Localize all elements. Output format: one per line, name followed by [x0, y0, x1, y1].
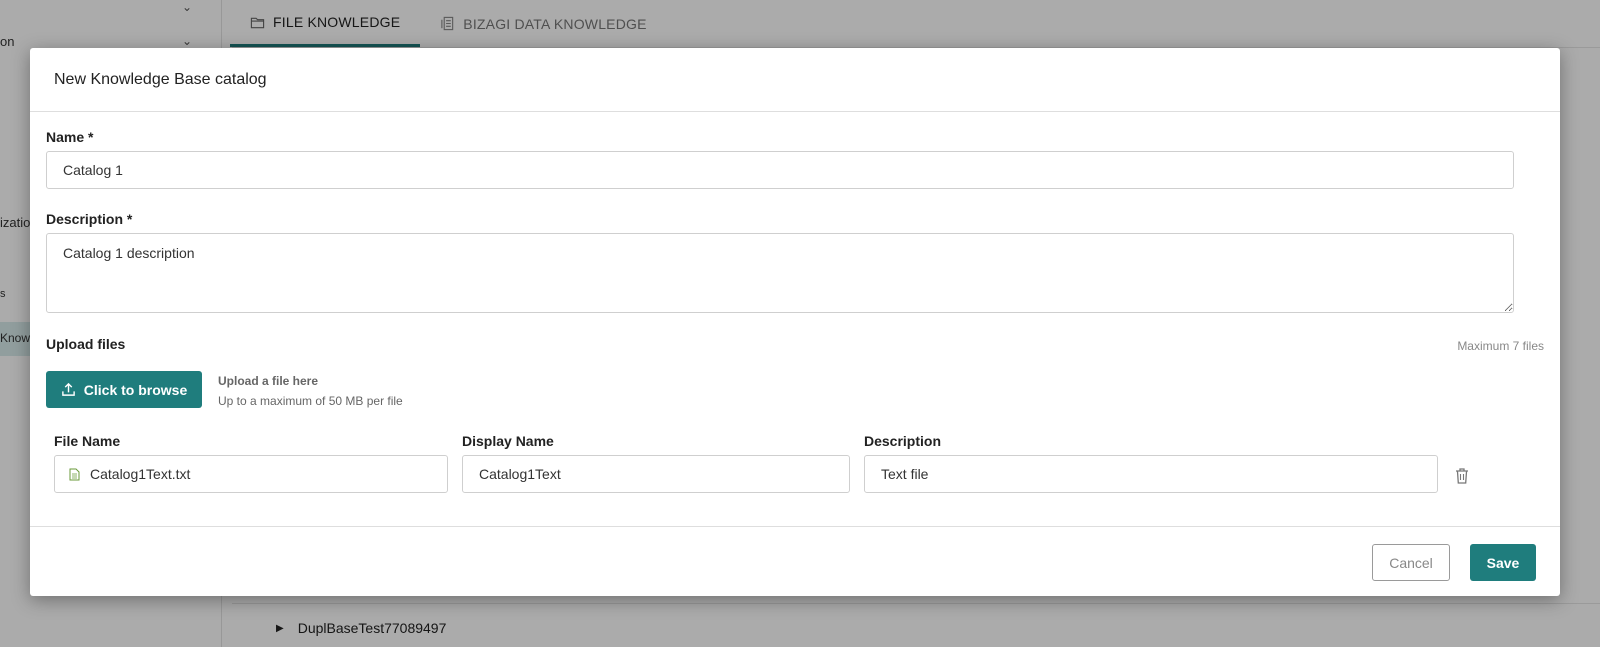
description-textarea[interactable]: Catalog 1 description	[46, 233, 1514, 313]
cancel-button[interactable]: Cancel	[1372, 544, 1450, 581]
text-file-icon	[69, 468, 80, 480]
upload-hint-title: Upload a file here	[218, 374, 319, 388]
upload-icon	[61, 382, 75, 396]
display-name-input[interactable]	[462, 455, 850, 493]
display-name-header: Display Name	[462, 433, 554, 449]
upload-hint-sub: Up to a maximum of 50 MB per file	[218, 394, 403, 408]
save-button[interactable]: Save	[1470, 544, 1536, 581]
upload-files-label: Upload files	[46, 336, 126, 352]
max-files-note: Maximum 7 files	[1457, 339, 1544, 353]
dialog-body: Name * Description * Catalog 1 descripti…	[30, 112, 1560, 526]
file-name-header: File Name	[54, 433, 121, 449]
dialog-footer: Cancel Save	[30, 526, 1560, 596]
name-label: Name *	[46, 129, 94, 145]
click-to-browse-button[interactable]: Click to browse	[46, 371, 202, 408]
file-description-header: Description	[864, 433, 942, 449]
name-input[interactable]	[46, 151, 1514, 189]
trash-icon[interactable]	[1454, 467, 1470, 485]
dialog-header: New Knowledge Base catalog	[30, 48, 1560, 112]
file-name-field: Catalog1Text.txt	[54, 455, 448, 493]
file-description-input[interactable]	[864, 455, 1438, 493]
new-catalog-dialog: New Knowledge Base catalog Name * Descri…	[30, 48, 1560, 596]
browse-label: Click to browse	[83, 381, 188, 398]
dialog-title: New Knowledge Base catalog	[54, 70, 267, 88]
file-name-value: Catalog1Text.txt	[90, 466, 191, 482]
description-label: Description *	[46, 211, 133, 227]
